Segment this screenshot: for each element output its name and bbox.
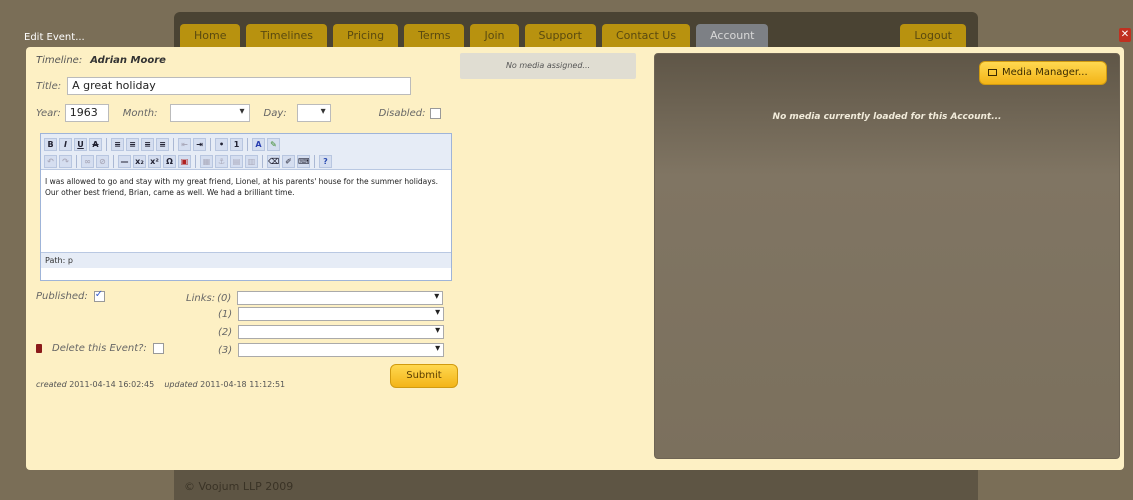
timestamps: created 2011-04-14 16:02:45 updated 2011… (36, 380, 285, 389)
published-label: Published: (36, 291, 88, 302)
link-select-2[interactable] (238, 325, 445, 339)
code-icon[interactable]: ⌨ (297, 155, 310, 168)
image-icon[interactable]: ▣ (178, 155, 191, 168)
indent-icon[interactable]: ⇥ (193, 138, 206, 151)
edit-event-dialog: Timeline: Adrian Moore Title: A great hol… (26, 47, 1124, 470)
assigned-media-strip: No media assigned... (460, 53, 636, 79)
title-label: Title: (36, 80, 62, 92)
media-panel: Media Manager... No media currently load… (654, 53, 1120, 459)
trash-icon (36, 344, 42, 353)
delete-label: Delete this Event?: (52, 343, 147, 354)
link-index: (1) (218, 308, 233, 320)
media-icon (988, 68, 997, 76)
rich-text-editor: B I U A ≡ ≡ ≡ ≡ ⇤ ⇥ • 1 A ✎ ↶ ↷ ∞ ⊘ — x₂… (40, 133, 452, 281)
updated-label: updated (164, 380, 198, 389)
tab-terms[interactable]: Terms (404, 24, 465, 48)
timeline-row: Timeline: Adrian Moore (36, 55, 166, 66)
timeline-label: Timeline: (36, 55, 83, 66)
editor-content[interactable]: I was allowed to go and stay with my gre… (41, 170, 451, 252)
media-panel-message: No media currently loaded for this Accou… (772, 112, 1002, 122)
links-label: Links: (186, 292, 216, 304)
special-char-icon[interactable]: Ω (163, 155, 176, 168)
tab-home[interactable]: Home (180, 24, 241, 48)
italic-icon[interactable]: I (59, 138, 72, 151)
title-row: Title: A great holiday (36, 77, 412, 95)
strikethrough-icon[interactable]: A (89, 138, 102, 151)
redo-icon[interactable]: ↷ (59, 155, 72, 168)
year-label: Year: (36, 107, 61, 119)
month-label: Month: (122, 107, 158, 119)
date-row: Year: 1963 Month: Day: Disabled: (36, 104, 442, 122)
link-row: (1) (218, 307, 445, 321)
table-icon[interactable]: ▦ (200, 155, 213, 168)
highlight-color-icon[interactable]: ✎ (267, 138, 280, 151)
close-icon[interactable]: ✕ (1119, 28, 1131, 42)
row-icon[interactable]: ▥ (245, 155, 258, 168)
dialog-title: Edit Event... (24, 32, 85, 43)
edit-html-icon[interactable]: ✐ (282, 155, 295, 168)
undo-icon[interactable]: ↶ (44, 155, 57, 168)
subscript-icon[interactable]: x₂ (133, 155, 146, 168)
delete-row: Delete this Event?: (36, 343, 164, 354)
editor-toolbar: B I U A ≡ ≡ ≡ ≡ ⇤ ⇥ • 1 A ✎ ↶ ↷ ∞ ⊘ — x₂… (41, 134, 451, 170)
cell-icon[interactable]: ▤ (230, 155, 243, 168)
main-nav: Home Timelines Pricing Terms Join Suppor… (174, 12, 978, 48)
tab-timelines[interactable]: Timelines (246, 24, 327, 48)
align-center-icon[interactable]: ≡ (126, 138, 139, 151)
numbered-list-icon[interactable]: 1 (230, 138, 243, 151)
delete-checkbox[interactable] (152, 343, 164, 354)
bold-icon[interactable]: B (44, 138, 57, 151)
created-value: 2011-04-14 16:02:45 (69, 380, 155, 389)
superscript-icon[interactable]: x² (148, 155, 161, 168)
bullet-list-icon[interactable]: • (215, 138, 228, 151)
links-section: Published: Links: (0) (1) (2) Delete thi… (36, 291, 456, 371)
disabled-checkbox[interactable] (430, 107, 442, 119)
media-manager-label: Media Manager... (1002, 67, 1088, 78)
tab-support[interactable]: Support (524, 24, 596, 48)
timeline-value: Adrian Moore (90, 55, 166, 66)
link-icon[interactable]: ∞ (81, 155, 94, 168)
editor-path: Path: p (41, 252, 451, 268)
published-checkbox[interactable] (93, 291, 105, 302)
day-select[interactable] (296, 104, 331, 122)
link-index: (3) (218, 344, 233, 356)
anchor-icon[interactable]: ⚓ (215, 155, 228, 168)
cleanup-icon[interactable]: ⌫ (267, 155, 280, 168)
year-input[interactable]: 1963 (64, 104, 109, 122)
outdent-icon[interactable]: ⇤ (178, 138, 191, 151)
month-select[interactable] (169, 104, 250, 122)
event-form: Timeline: Adrian Moore Title: A great hol… (36, 47, 476, 467)
link-row: (3) (218, 343, 445, 357)
tab-account[interactable]: Account (696, 24, 769, 48)
align-left-icon[interactable]: ≡ (111, 138, 124, 151)
link-row: Links: (0) (186, 291, 444, 305)
tab-join[interactable]: Join (470, 24, 519, 48)
media-manager-button[interactable]: Media Manager... (979, 61, 1107, 85)
link-index: (0) (217, 292, 232, 304)
align-justify-icon[interactable]: ≡ (156, 138, 169, 151)
align-right-icon[interactable]: ≡ (141, 138, 154, 151)
day-label: Day: (263, 107, 287, 119)
tab-pricing[interactable]: Pricing (333, 24, 399, 48)
title-input[interactable]: A great holiday (67, 77, 412, 95)
created-label: created (36, 380, 67, 389)
submit-button[interactable]: Submit (390, 364, 458, 388)
link-select-1[interactable] (238, 307, 445, 321)
underline-icon[interactable]: U (74, 138, 87, 151)
footer: © Voojum LLP 2009 (174, 470, 978, 500)
link-select-0[interactable] (237, 291, 444, 305)
updated-value: 2011-04-18 11:12:51 (200, 380, 286, 389)
published-row: Published: (36, 291, 105, 302)
text-color-icon[interactable]: A (252, 138, 265, 151)
unlink-icon[interactable]: ⊘ (96, 155, 109, 168)
help-icon[interactable]: ? (319, 155, 332, 168)
disabled-label: Disabled: (378, 107, 426, 119)
logout-button[interactable]: Logout (900, 24, 966, 48)
link-row: (2) (218, 325, 445, 339)
tab-contact-us[interactable]: Contact Us (601, 24, 691, 48)
horizontal-rule-icon[interactable]: — (118, 155, 131, 168)
link-select-3[interactable] (238, 343, 445, 357)
link-index: (2) (218, 326, 233, 338)
